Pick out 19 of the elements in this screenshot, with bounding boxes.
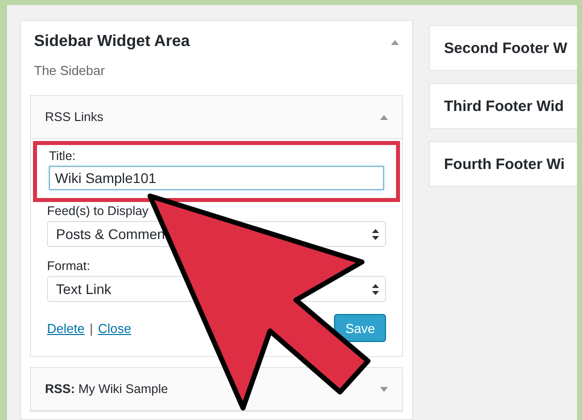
expand-icon[interactable] [380,386,388,392]
collapse-icon[interactable] [380,114,388,120]
link-separator: | [90,320,93,336]
field-label: Title: [49,149,77,163]
collapse-icon[interactable] [391,40,399,44]
widget-header[interactable]: RSS: My Wiki Sample [31,368,402,411]
delete-link[interactable]: Delete [47,320,85,336]
area-description: The Sidebar [34,63,106,78]
title-input[interactable]: Wiki Sample101 [49,166,384,190]
widget-area-card[interactable]: Fourth Footer Wi [429,141,577,187]
field-label: Feed(s) to Display [47,204,150,218]
widget-title: RSS Links [45,110,104,124]
area-title: Sidebar Widget Area [34,33,190,51]
widget-area-card[interactable]: Third Footer Wid [429,83,577,129]
widget-area-card[interactable]: Second Footer W [429,25,577,71]
close-link[interactable]: Close [98,320,132,336]
widget-header[interactable]: RSS Links [31,96,402,139]
widget-title: RSS: My Wiki Sample [45,382,168,396]
field-label: Format: [47,259,92,273]
